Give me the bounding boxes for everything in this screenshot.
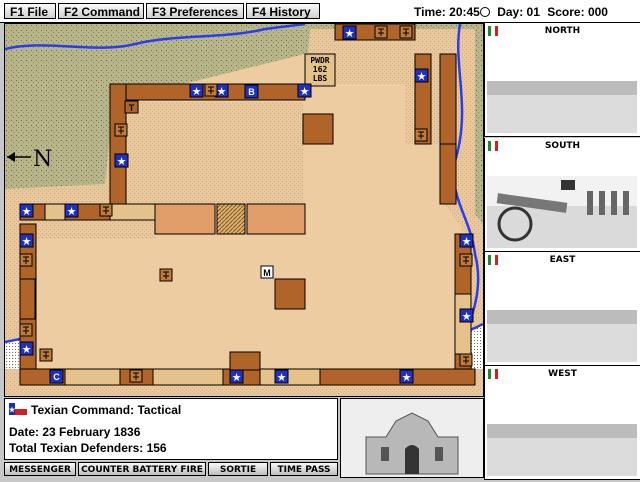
south-cannon-scene — [487, 176, 637, 248]
time-value: 20:45 — [449, 5, 480, 19]
svg-text:★: ★ — [402, 371, 412, 384]
svg-text:★: ★ — [67, 205, 77, 218]
powder-label-2: 162 — [313, 65, 328, 74]
view-label-west: WEST — [548, 369, 577, 379]
svg-text:B: B — [248, 87, 255, 97]
fort-map-svg[interactable]: PWDR 162 LBS N ★ ★ ★ ★ ★ ★ ★ ★ ★ ★ ★ ★ ★ ★ ★ T B C M — [4, 22, 484, 396]
view-label-east: EAST — [549, 255, 576, 265]
cannon-marker[interactable] — [374, 25, 388, 39]
menu-command-button[interactable]: F2 Command — [58, 3, 144, 19]
defender-star-marker[interactable]: ★ — [19, 341, 34, 356]
svg-text:★: ★ — [462, 310, 472, 323]
svg-text:★: ★ — [345, 27, 355, 40]
svg-text:★: ★ — [300, 85, 310, 98]
date-text: Date: 23 February 1836 — [9, 425, 141, 439]
defender-star-marker[interactable]: ★ — [19, 203, 34, 218]
day-value: 01 — [526, 5, 540, 19]
time-pass-button[interactable]: TIME PASS — [270, 462, 338, 476]
svg-text:★: ★ — [117, 155, 127, 168]
defender-star-marker[interactable]: ★ — [297, 83, 312, 98]
west-landscape — [487, 404, 637, 476]
bastion-marker-b[interactable]: B — [244, 84, 259, 99]
svg-text:★: ★ — [217, 85, 227, 98]
day-label: Day: — [497, 5, 524, 19]
bastion-marker-c[interactable]: C — [49, 369, 64, 384]
menu-file-button[interactable]: F1 File — [4, 3, 56, 19]
view-label-south: SOUTH — [544, 141, 581, 151]
view-panel-west[interactable]: WEST — [484, 366, 640, 480]
defender-star-marker[interactable]: ★ — [399, 369, 414, 384]
cannon-marker[interactable] — [114, 123, 128, 137]
sortie-button[interactable]: SORTIE — [208, 462, 268, 476]
svg-text:★: ★ — [462, 235, 472, 248]
defender-star-marker[interactable]: ★ — [229, 369, 244, 384]
flag-icon — [561, 180, 575, 190]
tactical-map[interactable]: PWDR 162 LBS N ★ ★ ★ ★ ★ ★ ★ ★ ★ ★ ★ ★ ★ ★ ★ T B C M — [4, 22, 484, 397]
texas-flag-icon: ★ — [9, 403, 27, 415]
defender-star-marker[interactable]: ★ — [189, 83, 204, 98]
svg-text:T: T — [129, 103, 135, 113]
cannon-marker[interactable] — [459, 353, 473, 367]
svg-text:★: ★ — [22, 343, 32, 356]
cannon-marker[interactable] — [129, 369, 143, 383]
east-landscape — [487, 290, 637, 362]
status-bar: Time: 20:45 Day: 01 Score: 000 — [414, 5, 608, 19]
cannon-marker[interactable] — [39, 348, 53, 362]
time-label: Time: — [414, 5, 446, 19]
powder-label-3: LBS — [313, 74, 328, 83]
view-label-north: NORTH — [544, 26, 581, 36]
unit-marker-m[interactable]: M — [260, 265, 274, 279]
defender-star-marker[interactable]: ★ — [414, 68, 429, 83]
defender-star-marker[interactable]: ★ — [274, 369, 289, 384]
cannon-marker[interactable] — [99, 203, 113, 217]
menu-preferences-button[interactable]: F3 Preferences — [146, 3, 244, 19]
menu-history-button[interactable]: F4 History — [246, 3, 320, 19]
counter-battery-fire-button[interactable]: COUNTER BATTERY FIRE — [78, 462, 206, 476]
defender-star-marker[interactable]: ★ — [459, 233, 474, 248]
cannon-marker[interactable] — [399, 25, 413, 39]
defender-star-marker[interactable]: ★ — [64, 203, 79, 218]
north-landscape — [487, 61, 637, 133]
defender-star-marker[interactable]: ★ — [114, 153, 129, 168]
alamo-picture — [340, 398, 484, 478]
svg-text:★: ★ — [232, 371, 242, 384]
score-value: 000 — [587, 5, 608, 19]
svg-text:★: ★ — [22, 205, 32, 218]
defender-star-marker[interactable]: ★ — [342, 25, 357, 40]
cannon-marker[interactable] — [414, 128, 428, 142]
svg-text:M: M — [263, 268, 271, 278]
cannon-marker[interactable] — [19, 323, 33, 337]
defender-star-marker[interactable]: ★ — [19, 233, 34, 248]
view-panel-north[interactable]: NORTH — [484, 23, 640, 137]
svg-text:C: C — [53, 372, 60, 382]
powder-magazine[interactable]: PWDR 162 LBS — [304, 53, 336, 87]
view-panel-south[interactable]: SOUTH — [484, 138, 640, 252]
cannon-marker[interactable] — [159, 268, 173, 282]
powder-label-1: PWDR — [310, 56, 329, 65]
svg-text:★: ★ — [9, 406, 16, 414]
messenger-button[interactable]: MESSENGER — [4, 462, 76, 476]
score-label: Score: — [547, 5, 585, 19]
svg-text:★: ★ — [192, 85, 202, 98]
svg-text:★: ★ — [22, 235, 32, 248]
cannon-marker[interactable] — [204, 83, 218, 97]
defenders-text: Total Texian Defenders: 156 — [9, 441, 167, 455]
svg-text:★: ★ — [277, 371, 287, 384]
command-title-text: Texian Command: Tactical — [31, 403, 182, 417]
menu-bar: F1 File F2 Command F3 Preferences F4 His… — [0, 0, 640, 23]
defender-star-marker[interactable]: ★ — [459, 308, 474, 323]
bastion-marker-t[interactable]: T — [124, 100, 139, 114]
clock-icon — [479, 7, 490, 17]
command-title: ★ Texian Command: Tactical — [9, 403, 181, 417]
svg-text:★: ★ — [417, 70, 427, 83]
alamo-church-icon — [341, 399, 483, 477]
cannon-marker[interactable] — [459, 253, 473, 267]
cannon-marker[interactable] — [19, 253, 33, 267]
view-panel-east[interactable]: EAST — [484, 252, 640, 366]
command-info-panel: ★ Texian Command: Tactical Date: 23 Febr… — [4, 398, 338, 460]
compass-north-letter: N — [33, 147, 52, 172]
